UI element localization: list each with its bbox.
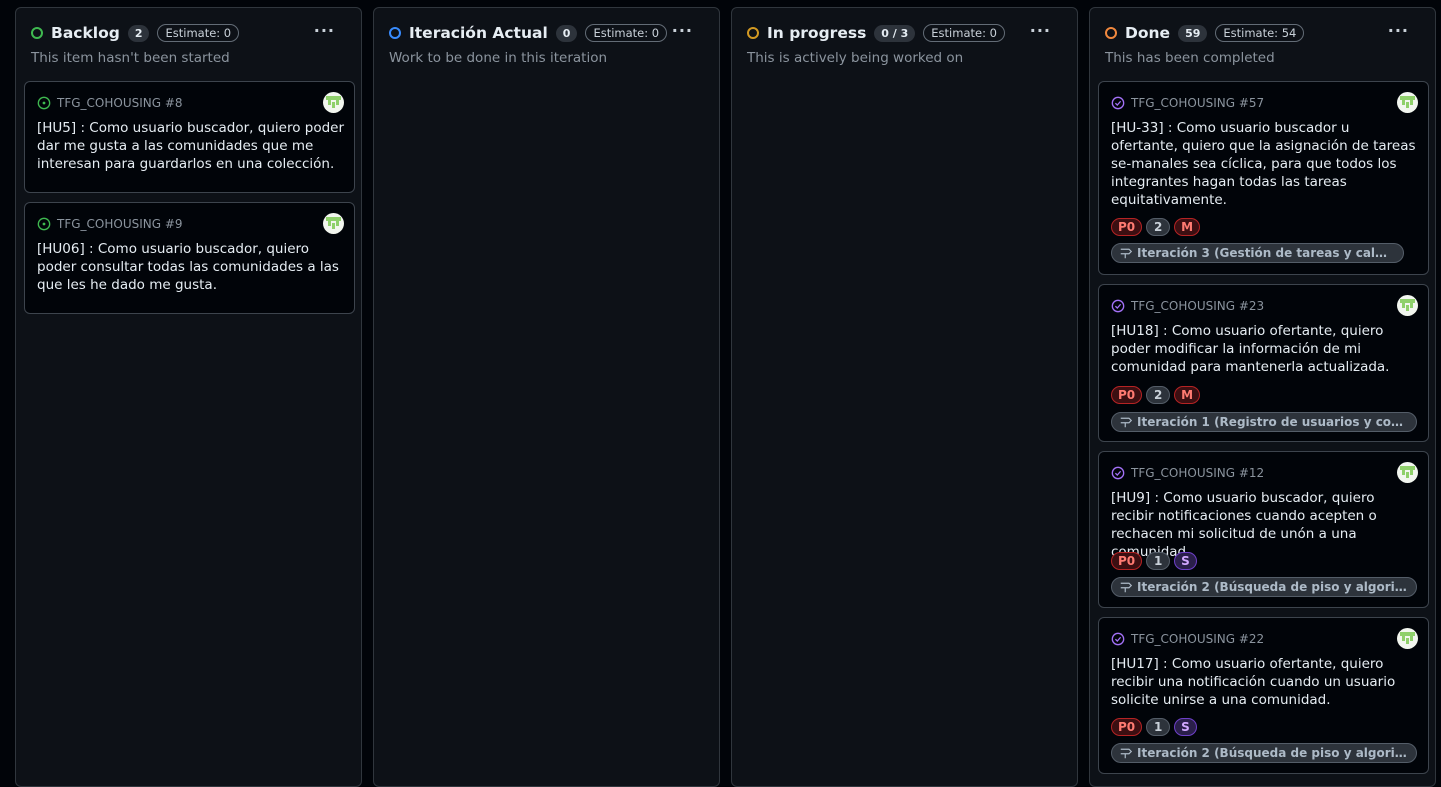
iteration-pill[interactable]: Iteración 3 (Gestión de tareas y calenda…: [1111, 243, 1404, 263]
iteration-label: Iteración 1 (Registro de usuarios y conf…: [1137, 415, 1408, 429]
status-circle-icon: [747, 27, 759, 39]
kebab-menu-icon[interactable]: ···: [314, 21, 335, 40]
issue-closed-icon: [1111, 96, 1125, 110]
issue-reference[interactable]: TFG_COHOUSING #22: [1131, 632, 1264, 646]
assignee-avatar[interactable]: [1397, 295, 1418, 316]
iteration-pill[interactable]: Iteración 2 (Búsqueda de piso y algoritm…: [1111, 577, 1417, 597]
iteration-pill[interactable]: Iteración 1 (Registro de usuarios y conf…: [1111, 412, 1417, 432]
status-circle-icon: [31, 27, 43, 39]
points-label[interactable]: 1: [1146, 552, 1171, 570]
kebab-menu-icon[interactable]: ···: [672, 21, 693, 40]
column-title: Iteración Actual: [409, 24, 548, 42]
issue-card[interactable]: TFG_COHOUSING #23 [HU18] : Como usuario …: [1098, 284, 1429, 442]
issue-opened-icon: [37, 217, 51, 231]
column-title: In progress: [767, 24, 867, 42]
size-label[interactable]: M: [1174, 218, 1201, 236]
issue-reference[interactable]: TFG_COHOUSING #12: [1131, 466, 1264, 480]
assignee-avatar[interactable]: [1397, 92, 1418, 113]
column-header: Backlog 2 Estimate: 0 ···: [31, 21, 349, 43]
issue-title[interactable]: [HU5] : Como usuario buscador, quiero po…: [37, 119, 345, 173]
kebab-menu-icon[interactable]: ···: [1388, 21, 1409, 40]
size-label[interactable]: S: [1174, 718, 1197, 736]
column-done: Done 59 Estimate: 54 ··· This has been c…: [1089, 7, 1436, 787]
issue-card[interactable]: TFG_COHOUSING #8 [HU5] : Como usuario bu…: [24, 81, 355, 193]
issue-card[interactable]: TFG_COHOUSING #9 [HU06] : Como usuario b…: [24, 202, 355, 314]
issue-opened-icon: [37, 96, 51, 110]
column-title: Backlog: [51, 24, 120, 42]
points-label[interactable]: 2: [1146, 386, 1171, 404]
issue-title[interactable]: [HU-33] : Como usuario buscador u oferta…: [1111, 119, 1419, 209]
issue-reference[interactable]: TFG_COHOUSING #57: [1131, 96, 1264, 110]
estimate-badge: Estimate: 54: [1215, 24, 1305, 42]
issue-closed-icon: [1111, 632, 1125, 646]
iteration-icon: [1120, 417, 1132, 428]
issue-title[interactable]: [HU06] : Como usuario buscador, quiero p…: [37, 240, 345, 294]
column-header: Done 59 Estimate: 54 ···: [1105, 21, 1423, 43]
issue-card[interactable]: TFG_COHOUSING #12 [HU9] : Como usuario b…: [1098, 451, 1429, 608]
iteration-icon: [1120, 248, 1132, 259]
issue-reference[interactable]: TFG_COHOUSING #8: [57, 96, 183, 110]
column-description: This has been completed: [1105, 50, 1275, 66]
column-title: Done: [1125, 24, 1171, 42]
column-description: This is actively being worked on: [747, 50, 964, 66]
priority-label[interactable]: P0: [1111, 552, 1143, 570]
estimate-badge: Estimate: 0: [923, 24, 1005, 42]
size-label[interactable]: M: [1174, 386, 1201, 404]
issue-reference[interactable]: TFG_COHOUSING #23: [1131, 299, 1264, 313]
iteration-pill[interactable]: Iteración 2 (Búsqueda de piso y algoritm…: [1111, 743, 1417, 763]
status-circle-icon: [1105, 27, 1117, 39]
estimate-badge: Estimate: 0: [585, 24, 668, 42]
status-circle-icon: [389, 27, 401, 39]
iteration-icon: [1120, 582, 1132, 593]
assignee-avatar[interactable]: [323, 92, 344, 113]
points-label[interactable]: 1: [1146, 718, 1171, 736]
column-description: Work to be done in this iteration: [389, 50, 608, 66]
iteration-icon: [1120, 748, 1132, 759]
column-iteracion-actual: Iteración Actual 0 Estimate: 0 ··· Work …: [373, 7, 720, 787]
size-label[interactable]: S: [1174, 552, 1197, 570]
item-count-badge: 0 / 3: [874, 24, 916, 42]
assignee-avatar[interactable]: [1397, 628, 1418, 649]
issue-title[interactable]: [HU18] : Como usuario ofertante, quiero …: [1111, 322, 1419, 376]
kebab-menu-icon[interactable]: ···: [1030, 21, 1051, 40]
issue-title[interactable]: [HU9] : Como usuario buscador, quiero re…: [1111, 489, 1419, 561]
column-description: This item hasn't been started: [31, 50, 230, 66]
item-count-badge: 2: [127, 24, 150, 42]
issue-title[interactable]: [HU17] : Como usuario ofertante, quiero …: [1111, 655, 1419, 709]
iteration-label: Iteración 3 (Gestión de tareas y calenda…: [1137, 246, 1395, 260]
priority-label[interactable]: P0: [1111, 218, 1143, 236]
assignee-avatar[interactable]: [323, 213, 344, 234]
column-backlog: Backlog 2 Estimate: 0 ··· This item hasn…: [15, 7, 362, 787]
issue-card[interactable]: TFG_COHOUSING #22 [HU17] : Como usuario …: [1098, 617, 1429, 774]
iteration-label: Iteración 2 (Búsqueda de piso y algoritm…: [1137, 580, 1408, 594]
issue-card[interactable]: TFG_COHOUSING #57 [HU-33] : Como usuario…: [1098, 81, 1429, 275]
priority-label[interactable]: P0: [1111, 718, 1143, 736]
item-count-badge: 59: [1178, 24, 1208, 42]
priority-label[interactable]: P0: [1111, 386, 1143, 404]
issue-closed-icon: [1111, 299, 1125, 313]
column-header: Iteración Actual 0 Estimate: 0 ···: [389, 21, 707, 43]
estimate-badge: Estimate: 0: [157, 24, 240, 42]
issue-reference[interactable]: TFG_COHOUSING #9: [57, 217, 183, 231]
column-header: In progress 0 / 3 Estimate: 0 ···: [747, 21, 1065, 43]
item-count-badge: 0: [555, 24, 578, 42]
issue-closed-icon: [1111, 466, 1125, 480]
iteration-label: Iteración 2 (Búsqueda de piso y algoritm…: [1137, 746, 1408, 760]
column-in-progress: In progress 0 / 3 Estimate: 0 ··· This i…: [731, 7, 1078, 787]
points-label[interactable]: 2: [1146, 218, 1171, 236]
assignee-avatar[interactable]: [1397, 462, 1418, 483]
